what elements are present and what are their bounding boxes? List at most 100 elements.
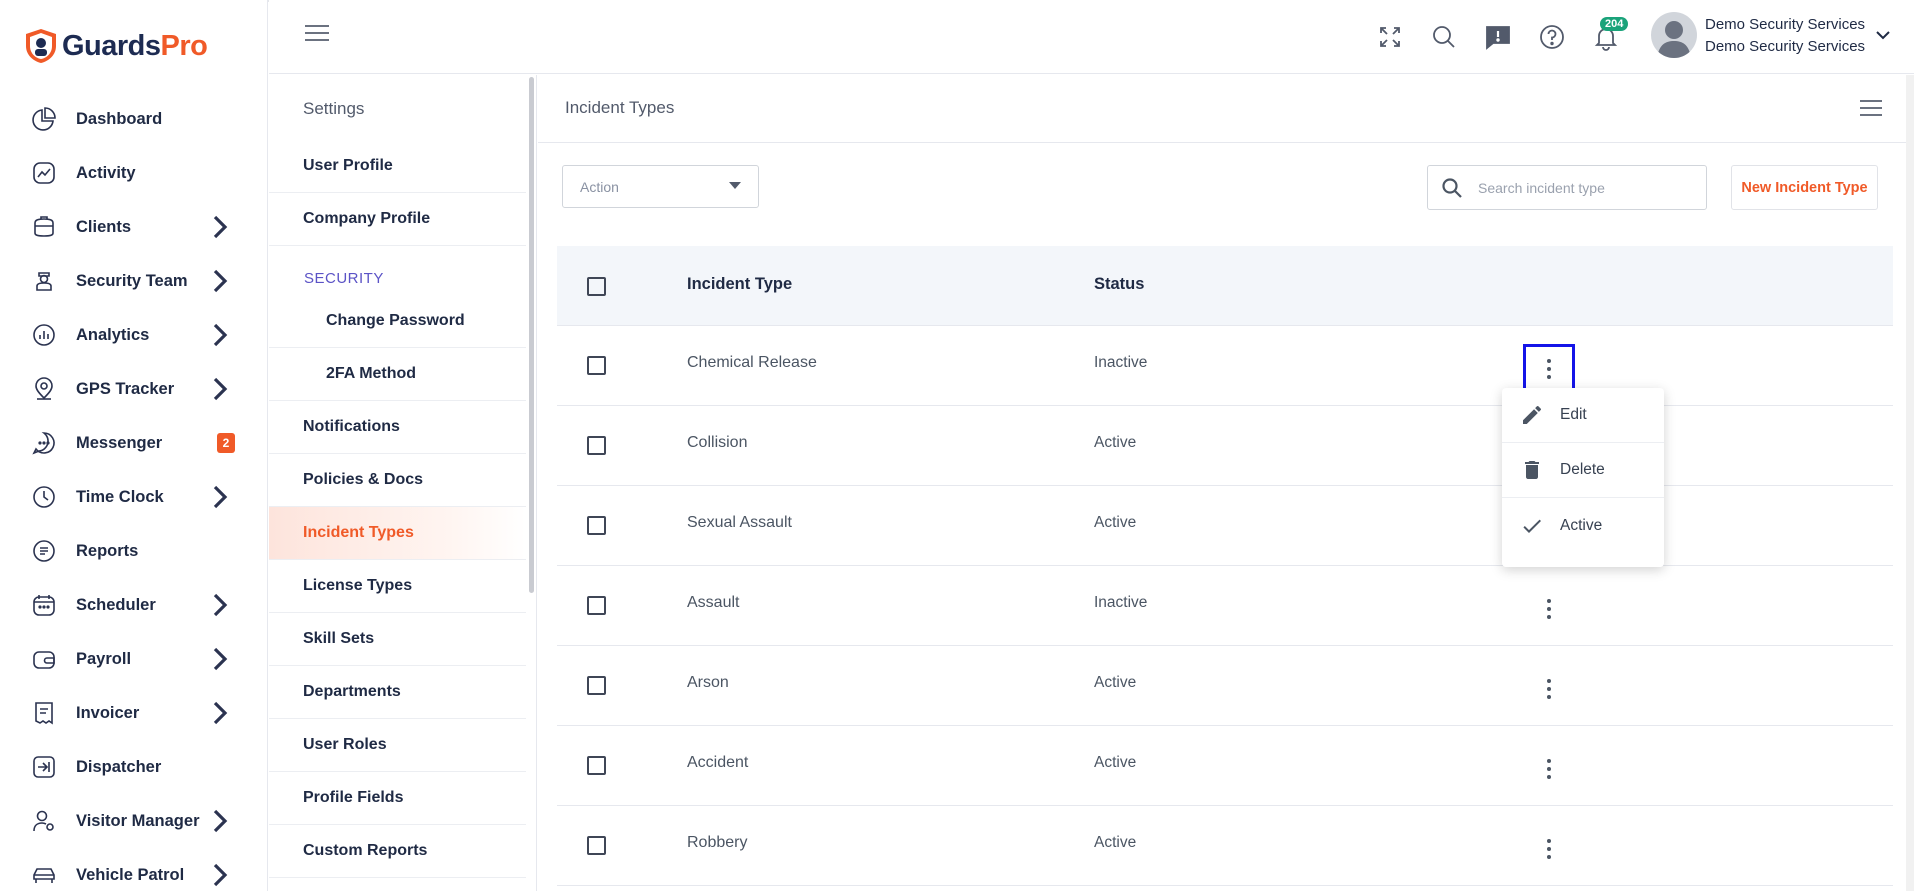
sidebar-item-gps-tracker[interactable]: GPS Tracker — [0, 362, 267, 416]
trash-icon — [1525, 461, 1539, 479]
table-row: Robbery Active — [557, 806, 1893, 886]
row-actions-icon[interactable] — [1523, 824, 1575, 874]
settings-item-departments[interactable]: Departments — [269, 666, 526, 719]
settings-scrollbar[interactable] — [529, 77, 534, 593]
user-info[interactable]: Demo Security Services Demo Security Ser… — [1705, 14, 1865, 58]
menu-toggle-icon[interactable] — [305, 25, 329, 47]
settings-item-label: Custom Reports — [303, 842, 428, 859]
menu-item-active[interactable]: Active — [1502, 498, 1664, 553]
settings-item-incident-types[interactable]: Incident Types — [269, 507, 526, 560]
sidebar-item-clients[interactable]: Clients — [0, 200, 267, 254]
settings-item-policies-docs[interactable]: Policies & Docs — [269, 454, 526, 507]
search-field[interactable] — [1427, 165, 1707, 210]
sidebar-item-messenger[interactable]: Messenger 2 — [0, 416, 267, 470]
settings-item-company-profile[interactable]: Company Profile — [269, 193, 526, 246]
table-row: Arson Active — [557, 646, 1893, 726]
user-name: Demo Security Services — [1705, 16, 1866, 33]
new-incident-type-button[interactable]: New Incident Type — [1731, 165, 1878, 210]
fullscreen-icon[interactable] — [1375, 22, 1405, 52]
row-actions-icon[interactable] — [1523, 664, 1575, 714]
row-actions-icon[interactable] — [1523, 744, 1575, 794]
briefcase-icon — [34, 216, 54, 237]
row-checkbox[interactable] — [587, 836, 606, 855]
sidebar-item-invoicer[interactable]: Invoicer — [0, 686, 267, 740]
sidebar-item-analytics[interactable]: Analytics — [0, 308, 267, 362]
menu-item-delete[interactable]: Delete — [1502, 443, 1664, 498]
sidebar-item-visitor-manager[interactable]: Visitor Manager — [0, 794, 267, 848]
sidebar-item-label: Vehicle Patrol — [76, 865, 185, 884]
column-header-incident-type[interactable]: Incident Type — [687, 275, 792, 294]
sidebar-item-label: GPS Tracker — [76, 379, 175, 398]
table-row: Assault Inactive — [557, 566, 1893, 646]
incident-type-cell: Robbery — [687, 834, 748, 851]
feedback-icon[interactable] — [1483, 22, 1513, 52]
clock-icon — [33, 486, 55, 508]
settings-item-user-profile[interactable]: User Profile — [269, 140, 526, 193]
settings-item-label: Incident Types — [303, 524, 414, 541]
select-all-checkbox[interactable] — [587, 277, 606, 296]
sidebar-item-dashboard[interactable]: Dashboard — [0, 92, 267, 146]
settings-item-label: Skill Sets — [303, 630, 375, 647]
action-select-label: Action — [580, 178, 619, 195]
settings-item-user-roles[interactable]: User Roles — [269, 719, 526, 772]
sidebar-item-label: Reports — [76, 541, 139, 560]
sidebar-item-label: Visitor Manager — [76, 811, 200, 830]
row-checkbox[interactable] — [587, 516, 606, 535]
row-checkbox[interactable] — [587, 436, 606, 455]
help-icon[interactable] — [1537, 22, 1567, 52]
search-icon[interactable] — [1429, 22, 1459, 52]
calendar-icon — [33, 595, 55, 616]
settings-item-label: 2FA Method — [326, 365, 417, 382]
list-menu-icon[interactable] — [1860, 100, 1882, 118]
sidebar-item-security-team[interactable]: Security Team — [0, 254, 267, 308]
row-checkbox[interactable] — [587, 756, 606, 775]
settings-item-label: User Profile — [303, 157, 393, 174]
settings-nav: Settings User Profile Company Profile SE… — [269, 75, 537, 891]
menu-item-label: Active — [1560, 516, 1603, 534]
settings-item-license-types[interactable]: License Types — [269, 560, 526, 613]
logo[interactable]: GuardsPro — [0, 0, 267, 92]
chevron-down-icon[interactable] — [1875, 28, 1891, 42]
settings-item-profile-fields[interactable]: Profile Fields — [269, 772, 526, 825]
table-row: Sexual Assault Active — [557, 486, 1893, 566]
row-checkbox[interactable] — [587, 596, 606, 615]
sidebar-item-scheduler[interactable]: Scheduler — [0, 578, 267, 632]
chevron-right-icon — [213, 809, 228, 833]
main-scrollbar[interactable] — [1906, 75, 1914, 891]
pie-chart-icon — [32, 107, 56, 131]
activity-icon — [33, 162, 55, 184]
user-avatar-icon — [1657, 21, 1691, 58]
sidebar-nav: Dashboard Activity Clients Security Team… — [0, 92, 267, 891]
avatar[interactable] — [1651, 12, 1697, 58]
search-input[interactable] — [1478, 179, 1688, 196]
row-checkbox[interactable] — [587, 356, 606, 375]
sidebar-item-activity[interactable]: Activity — [0, 146, 267, 200]
guard-icon — [36, 272, 52, 291]
row-actions-icon[interactable] — [1523, 344, 1575, 394]
sidebar-item-time-clock[interactable]: Time Clock — [0, 470, 267, 524]
menu-item-label: Delete — [1560, 461, 1605, 478]
chat-icon — [32, 432, 55, 455]
dispatch-icon — [33, 756, 55, 778]
menu-item-edit[interactable]: Edit — [1502, 388, 1664, 443]
status-cell: Inactive — [1094, 594, 1148, 611]
sidebar-item-payroll[interactable]: Payroll — [0, 632, 267, 686]
column-header-status[interactable]: Status — [1094, 275, 1144, 294]
chevron-right-icon — [213, 593, 228, 617]
table-row: Chemical Release Inactive — [557, 326, 1893, 406]
action-select[interactable]: Action — [562, 165, 759, 208]
settings-item-label: User Roles — [303, 736, 387, 753]
settings-item-change-password[interactable]: Change Password — [269, 295, 526, 348]
settings-item-2fa-method[interactable]: 2FA Method — [269, 348, 526, 401]
row-actions-icon[interactable] — [1523, 584, 1575, 634]
row-checkbox[interactable] — [587, 676, 606, 695]
car-icon — [33, 868, 55, 883]
settings-item-label: License Types — [303, 577, 413, 594]
settings-item-custom-reports[interactable]: Custom Reports — [269, 825, 526, 878]
sidebar-item-dispatcher[interactable]: Dispatcher — [0, 740, 267, 794]
app-root: GuardsPro Dashboard Activity Clients Sec… — [0, 0, 1914, 891]
sidebar-item-vehicle-patrol[interactable]: Vehicle Patrol — [0, 848, 267, 891]
settings-item-notifications[interactable]: Notifications — [269, 401, 526, 454]
sidebar-item-reports[interactable]: Reports — [0, 524, 267, 578]
settings-item-skill-sets[interactable]: Skill Sets — [269, 613, 526, 666]
